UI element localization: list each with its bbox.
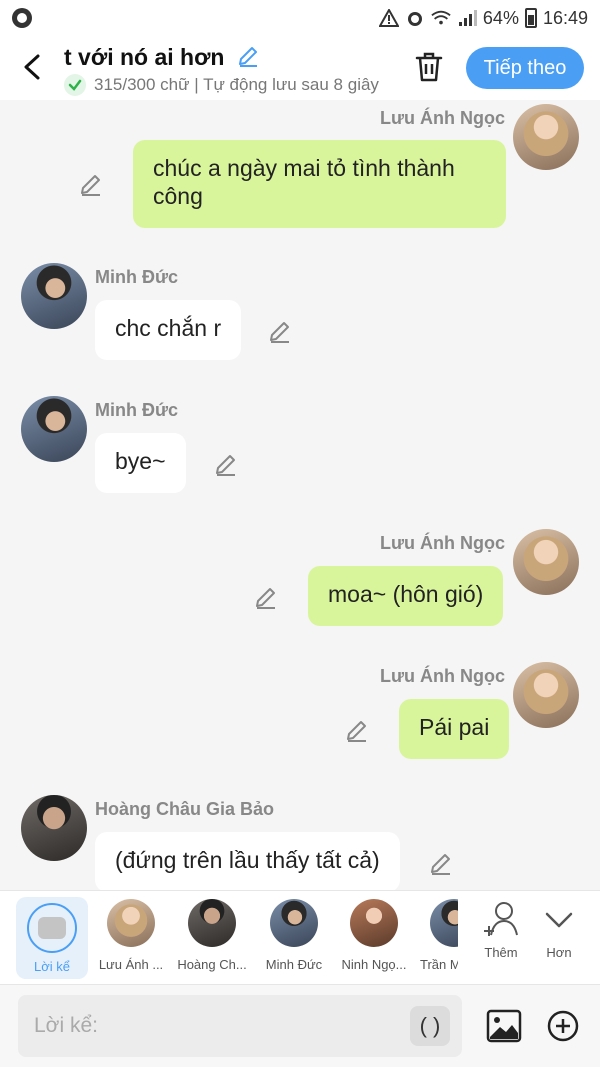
message-bubble[interactable]: bye~ bbox=[95, 433, 186, 493]
message-text: (đứng trên lầu thấy tất cả) bbox=[115, 847, 380, 873]
edit-pencil-icon[interactable] bbox=[213, 451, 239, 477]
avatar bbox=[188, 899, 236, 947]
sender-name: Hoàng Châu Gia Bảo bbox=[95, 799, 275, 819]
narration-label: Lời kể bbox=[34, 959, 70, 974]
parentheses-button[interactable]: ( ) bbox=[410, 1006, 450, 1046]
status-bar: 64% 16:49 bbox=[0, 0, 600, 36]
narration-icon bbox=[27, 903, 77, 953]
status-right: 64% 16:49 bbox=[378, 7, 588, 29]
message-list[interactable]: Lưu Ánh Ngọc chúc a ngày mai tỏ tình thà… bbox=[0, 100, 600, 890]
battery-percent: 64% bbox=[482, 7, 519, 28]
message-text: bye~ bbox=[115, 448, 166, 474]
edit-pencil-icon[interactable] bbox=[267, 318, 293, 344]
edit-pencil-icon[interactable] bbox=[428, 850, 454, 876]
message-bubble[interactable]: Pái pai bbox=[399, 699, 510, 759]
avatar[interactable] bbox=[513, 104, 579, 170]
message-line: công bbox=[153, 183, 203, 209]
input-bar: ( ) bbox=[0, 984, 600, 1067]
image-icon[interactable] bbox=[486, 1009, 522, 1043]
subtitle: 315/300 chữ | Tự động lưu sau 8 giây bbox=[64, 74, 379, 96]
clock: 16:49 bbox=[542, 7, 588, 28]
avatar bbox=[107, 899, 155, 947]
sender-name: Lưu Ánh Ngọc bbox=[379, 108, 505, 128]
more-label: Hơn bbox=[546, 945, 572, 960]
edit-pencil-icon[interactable] bbox=[253, 584, 279, 610]
character-label: Hoàng Ch... bbox=[177, 957, 247, 972]
sender-name: Lưu Ánh Ngọc bbox=[379, 533, 505, 553]
avatar[interactable] bbox=[513, 662, 579, 728]
sender-name: Minh Đức bbox=[95, 267, 179, 287]
edit-pencil-icon[interactable] bbox=[344, 717, 370, 743]
battery-icon bbox=[524, 8, 537, 28]
avatar bbox=[350, 899, 398, 947]
more-button[interactable]: Hơn bbox=[522, 899, 596, 960]
character-label: Minh Đức bbox=[265, 957, 323, 972]
message-bubble[interactable]: (đứng trên lầu thấy tất cả) bbox=[95, 832, 400, 890]
sender-name: Lưu Ánh Ngọc bbox=[379, 666, 505, 686]
narration-option[interactable]: Lời kể bbox=[16, 897, 88, 979]
signal-icon bbox=[458, 10, 477, 26]
message-bubble[interactable]: chúc a ngày mai tỏ tình thành công bbox=[133, 140, 506, 228]
message-input[interactable] bbox=[34, 995, 394, 1057]
edit-title-icon[interactable] bbox=[237, 45, 259, 67]
page-title[interactable]: t với nó ai hơn bbox=[64, 44, 259, 71]
app-status-icon bbox=[12, 8, 32, 28]
sender-name: Minh Đức bbox=[95, 400, 179, 420]
message-line: chúc a ngày mai tỏ tình thành bbox=[153, 155, 455, 181]
message-bubble[interactable]: moa~ (hôn gió) bbox=[308, 566, 504, 626]
title-text: t với nó ai hơn bbox=[64, 44, 225, 70]
plus-circle-icon[interactable] bbox=[546, 1009, 580, 1043]
add-person-icon bbox=[484, 902, 518, 936]
message-input-box[interactable]: ( ) bbox=[18, 995, 462, 1057]
subtitle-text: 315/300 chữ | Tự động lưu sau 8 giây bbox=[94, 75, 379, 94]
character-option[interactable]: Lưu Ánh ... bbox=[94, 899, 168, 972]
character-label: Trần M bbox=[420, 957, 458, 972]
character-option[interactable]: Minh Đức bbox=[257, 899, 331, 972]
check-icon bbox=[64, 74, 86, 96]
avatar[interactable] bbox=[21, 263, 87, 329]
avatar bbox=[270, 899, 318, 947]
character-picker: Lời kể Lưu Ánh ... Hoàng Ch... Minh Đức … bbox=[0, 890, 600, 984]
alarm-icon bbox=[407, 12, 422, 26]
back-arrow-icon[interactable] bbox=[18, 52, 48, 82]
character-label: Lưu Ánh ... bbox=[98, 957, 164, 972]
warning-icon bbox=[378, 9, 399, 27]
trash-icon[interactable] bbox=[412, 50, 446, 84]
avatar[interactable] bbox=[21, 396, 87, 462]
character-option[interactable]: Trần M bbox=[418, 899, 458, 972]
wifi-icon bbox=[431, 10, 451, 25]
header: t với nó ai hơn 315/300 chữ | Tự động lư… bbox=[0, 36, 600, 100]
message-text: chc chắn r bbox=[115, 315, 222, 341]
next-button[interactable]: Tiếp theo bbox=[466, 47, 584, 89]
character-label: Ninh Ngọ... bbox=[341, 957, 407, 972]
avatar[interactable] bbox=[21, 795, 87, 861]
message-bubble[interactable]: chc chắn r bbox=[95, 300, 242, 360]
message-text: moa~ (hôn gió) bbox=[328, 581, 484, 607]
message-text: Pái pai bbox=[419, 714, 490, 740]
character-option[interactable]: Hoàng Ch... bbox=[175, 899, 249, 972]
avatar[interactable] bbox=[513, 529, 579, 595]
edit-pencil-icon[interactable] bbox=[78, 171, 104, 197]
character-option[interactable]: Ninh Ngọ... bbox=[337, 899, 411, 972]
chevron-down-icon bbox=[545, 912, 573, 928]
avatar bbox=[430, 899, 458, 947]
